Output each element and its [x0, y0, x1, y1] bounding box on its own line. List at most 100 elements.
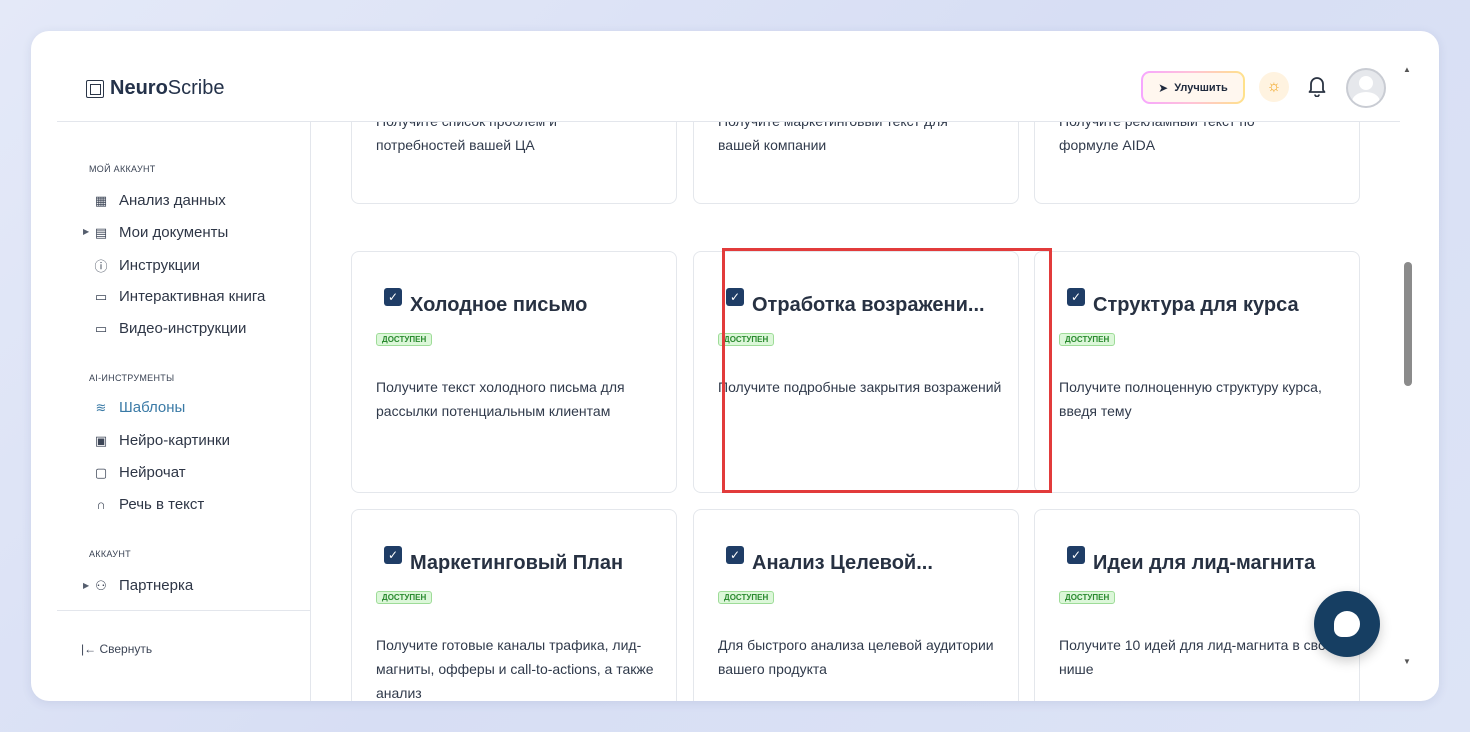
sidebar-item-neurochat[interactable]: ▢ Нейрочат: [93, 464, 186, 481]
status-badge: ДОСТУПЕН: [1059, 333, 1116, 346]
headphones-icon: ∩: [96, 497, 106, 512]
sidebar-item-label: Инструкции: [119, 257, 201, 274]
collapse-sidebar-button[interactable]: |← Свернуть: [81, 642, 152, 656]
sidebar-item-partner[interactable]: ⚇ Партнерка: [93, 577, 193, 594]
question-icon: ⓘ: [94, 259, 108, 274]
checkbox-icon: ✓: [1067, 288, 1085, 306]
status-badge: ДОСТУПЕН: [376, 591, 433, 604]
section-title-account: АККАУНТ: [89, 549, 131, 559]
sidebar-item-interactive-book[interactable]: ▭ Интерактивная книга: [93, 288, 266, 305]
template-card-course-structure[interactable]: ✓ Структура для курса ДОСТУПЕН Получите …: [1034, 251, 1360, 493]
sidebar-item-label: Мои документы: [119, 224, 229, 241]
logo[interactable]: NeuroScribe: [86, 77, 225, 100]
document-icon: ▤: [94, 224, 108, 240]
card-description: Получите рекламный текст по формуле AIDA: [1059, 122, 1344, 157]
scroll-up-arrow-icon[interactable]: ▲: [1403, 65, 1411, 74]
status-badge: ДОСТУПЕН: [718, 591, 775, 604]
template-card-target-audience[interactable]: ✓ Анализ Целевой... ДОСТУПЕН Для быстрог…: [693, 509, 1019, 701]
avatar[interactable]: [1346, 68, 1386, 108]
expand-caret-icon[interactable]: ▶: [83, 581, 89, 590]
sidebar-item-label: Видео-инструкции: [119, 320, 247, 337]
card-title: Маркетинговый План: [410, 552, 624, 574]
sidebar-item-video-instructions[interactable]: ▭ Видео-инструкции: [93, 320, 247, 337]
template-card-marketing-plan[interactable]: ✓ Маркетинговый План ДОСТУПЕН Получите г…: [351, 509, 677, 701]
sidebar-item-neuro-images[interactable]: ▣ Нейро-картинки: [93, 432, 230, 449]
status-badge: ДОСТУПЕН: [376, 333, 433, 346]
status-badge: ДОСТУПЕН: [718, 333, 775, 346]
layers-icon: ≋: [95, 399, 107, 415]
chat-bubble-icon: [1334, 611, 1360, 637]
collapse-icon: |←: [81, 642, 97, 656]
users-icon: ⚇: [95, 577, 107, 593]
card-description-first-line: Получите список проблем и: [376, 122, 661, 133]
checkbox-icon: ✓: [726, 546, 744, 564]
card-description: Получите подробные закрытия возражений: [718, 379, 1002, 395]
grid-icon: ▦: [94, 192, 108, 208]
app-window: NeuroScribe ➤ Улучшить ☼ МОЙ АККАУНТ ▦ А…: [31, 31, 1439, 701]
sidebar-item-label: Шаблоны: [119, 399, 186, 416]
template-card[interactable]: Получите рекламный текст по формуле AIDA: [1034, 122, 1360, 204]
card-description: Для быстрого анализа целевой аудитории в…: [718, 637, 994, 677]
bell-icon: [1308, 77, 1326, 98]
upgrade-label: Улучшить: [1174, 81, 1228, 94]
scroll-down-arrow-icon[interactable]: ▼: [1403, 657, 1411, 666]
logo-text: NeuroScribe: [110, 77, 225, 99]
card-description-line: вашей компании: [718, 137, 827, 153]
card-description-first-line: Получите маркетинговый текст для: [718, 122, 1003, 133]
card-description: Получите маркетинговый текст для вашей ко…: [718, 122, 1003, 157]
checkbox-icon: ✓: [1067, 546, 1085, 564]
card-description-line: формуле AIDA: [1059, 137, 1156, 153]
upgrade-button[interactable]: ➤ Улучшить: [1141, 71, 1245, 104]
scrollbar-thumb[interactable]: [1404, 262, 1412, 386]
checkbox-icon: ✓: [384, 546, 402, 564]
book-icon: ▭: [94, 288, 108, 304]
card-description: Получите список проблем и потребностей ва…: [376, 122, 661, 157]
support-chat-button[interactable]: [1314, 591, 1380, 657]
template-card-objection-handling[interactable]: ✓ Отработка возражени... ДОСТУПЕН Получи…: [693, 251, 1019, 493]
checkbox-icon: ✓: [384, 288, 402, 306]
section-title-my-account: МОЙ АККАУНТ: [89, 164, 156, 174]
template-card-cold-email[interactable]: ✓ Холодное письмо ДОСТУПЕН Получите текс…: [351, 251, 677, 493]
sidebar-item-data-analysis[interactable]: ▦ Анализ данных: [93, 192, 226, 209]
card-title: Холодное письмо: [410, 294, 588, 316]
card-description: Получите текст холодного письма для расс…: [376, 379, 625, 419]
sidebar-item-label: Речь в текст: [119, 496, 205, 513]
card-title: Структура для курса: [1093, 294, 1299, 316]
sidebar-item-my-documents[interactable]: ▤ Мои документы: [93, 224, 228, 241]
sidebar-item-label: Нейрочат: [119, 464, 186, 481]
card-description-line: потребностей вашей ЦА: [376, 137, 535, 153]
notifications-button[interactable]: [1307, 75, 1327, 99]
sidebar-item-label: Нейро-картинки: [119, 432, 230, 449]
rocket-icon: ➤: [1158, 80, 1169, 95]
card-description: Получите полноценную структуру курса, вв…: [1059, 379, 1322, 419]
top-header: NeuroScribe ➤ Улучшить ☼: [57, 31, 1400, 122]
templates-grid: Получите список проблем и потребностей ва…: [312, 122, 1400, 701]
template-card[interactable]: Получите маркетинговый текст для вашей ко…: [693, 122, 1019, 204]
collapse-label: Свернуть: [99, 642, 153, 656]
sidebar: МОЙ АККАУНТ ▦ Анализ данных ▶ ▤ Мои доку…: [57, 122, 311, 701]
card-description: Получите 10 идей для лид-магнита в своей…: [1059, 637, 1342, 677]
checkbox-icon: ✓: [726, 288, 744, 306]
sidebar-item-instructions[interactable]: ⓘ Инструкции: [93, 256, 200, 275]
card-title: Отработка возражени...: [752, 294, 985, 316]
sidebar-divider: [57, 610, 311, 611]
sidebar-item-label: Интерактивная книга: [119, 288, 266, 305]
video-icon: ▭: [94, 320, 108, 336]
chat-icon: ▢: [94, 464, 108, 480]
sidebar-item-templates[interactable]: ≋ Шаблоны: [93, 399, 186, 416]
sidebar-item-label: Партнерка: [119, 577, 194, 594]
sidebar-item-speech-to-text[interactable]: ∩ Речь в текст: [93, 496, 204, 513]
card-title: Анализ Целевой...: [752, 552, 933, 574]
card-description-first-line: Получите рекламный текст по: [1059, 122, 1344, 133]
section-title-ai-tools: AI-ИНСТРУМЕНТЫ: [89, 373, 175, 383]
image-icon: ▣: [94, 432, 108, 448]
sun-icon: ☼: [1266, 78, 1282, 95]
theme-toggle-button[interactable]: ☼: [1259, 72, 1289, 102]
card-description: Получите готовые каналы трафика, лид-маг…: [376, 637, 654, 701]
template-card[interactable]: Получите список проблем и потребностей ва…: [351, 122, 677, 204]
logo-icon: [86, 79, 104, 98]
card-title: Идеи для лид-магнита: [1093, 552, 1316, 574]
expand-caret-icon[interactable]: ▶: [83, 227, 89, 236]
status-badge: ДОСТУПЕН: [1059, 591, 1116, 604]
template-card-lead-magnet-ideas[interactable]: ✓ Идеи для лид-магнита ДОСТУПЕН Получите…: [1034, 509, 1360, 701]
